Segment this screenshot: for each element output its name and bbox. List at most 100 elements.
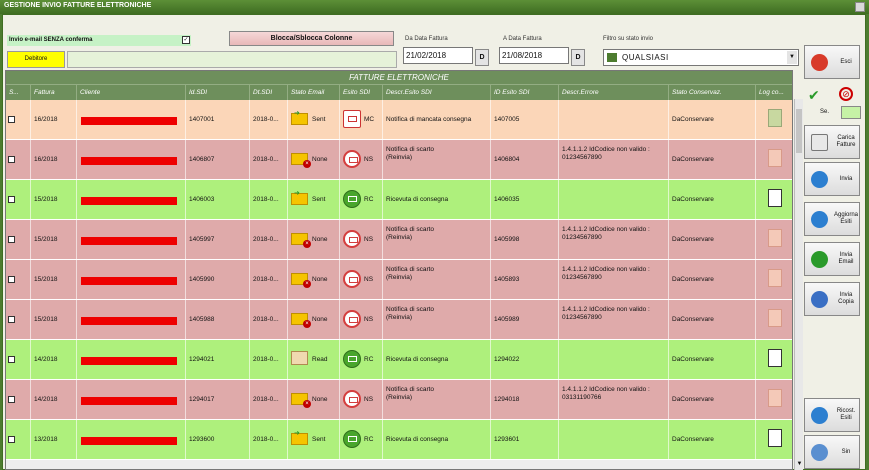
log-file-icon[interactable]	[768, 389, 782, 407]
descr-esito-sdi: Notifica di mancata consegna	[386, 116, 472, 123]
id-esito-sdi: 1406804	[494, 156, 520, 163]
esito-sdi-code: RC	[364, 196, 374, 203]
log-file-icon[interactable]	[768, 149, 782, 167]
col-idsdi-header[interactable]: Id.SDI	[186, 85, 250, 101]
descr-esito-sdi: Ricevuta di consegna	[386, 356, 449, 363]
table-row[interactable]: 14/2018 1294017 2018-0... × None NS Notifica d…	[6, 380, 792, 420]
stato-email-text: None	[312, 236, 328, 243]
log-file-icon[interactable]	[768, 189, 782, 207]
debitore-field[interactable]	[67, 51, 397, 68]
stato-email-text: Sent	[312, 196, 326, 203]
document-icon	[811, 134, 828, 151]
table-row[interactable]: 16/2018 1406807 2018-0... × None NS Notifica d…	[6, 140, 792, 180]
stato-conservazione: DaConservare	[672, 196, 714, 203]
log-file-icon[interactable]	[768, 269, 782, 287]
col-log-header[interactable]: Log co...	[756, 85, 792, 101]
log-file-icon[interactable]	[768, 429, 782, 447]
descr-errore: 1.4.1.1.2 IdCodice non valido : 01234567…	[562, 146, 650, 161]
col-descr-esito-header[interactable]: Descr.Esito SDI	[383, 85, 491, 101]
table-row[interactable]: 14/2018 1294021 2018-0... Read RC Ricevuta di…	[6, 340, 792, 380]
grid-header: S... Fattura Cliente Id.SDI Dt.SDI Stato Emai…	[6, 84, 792, 101]
row-select-checkbox[interactable]	[8, 236, 15, 243]
row-select-checkbox[interactable]	[8, 276, 15, 283]
stato-conservazione: DaConservare	[672, 436, 714, 443]
grid-vertical-scrollbar[interactable]: ▼	[794, 99, 803, 470]
table-row[interactable]: 15/2018 1405988 2018-0... × None NS Notifica d…	[6, 300, 792, 340]
invia-label: Invia	[839, 176, 853, 182]
error-x-icon: ×	[303, 400, 311, 408]
cliente-redacted-bar	[81, 277, 177, 285]
row-select-checkbox[interactable]	[8, 196, 15, 203]
blocca-colonne-button[interactable]: Blocca/Sblocca Colonne	[229, 31, 394, 46]
col-esito-sdi-header[interactable]: Esito SDI	[340, 85, 383, 101]
exit-icon	[811, 54, 828, 71]
a-data-input[interactable]: 21/08/2018	[499, 47, 569, 64]
stato-email-text: None	[312, 316, 328, 323]
col-descr-errore-header[interactable]: Descr.Errore	[559, 85, 669, 101]
log-file-icon[interactable]	[768, 309, 782, 327]
invia-copia-button[interactable]: Invia Copia	[804, 282, 860, 316]
filtro-stato-select[interactable]: QUALSIASI ▼	[603, 49, 799, 66]
table-row[interactable]: 15/2018 1405990 2018-0... × None NS Notifica d…	[6, 260, 792, 300]
col-fattura-header[interactable]: Fattura	[31, 85, 77, 101]
row-select-checkbox[interactable]	[8, 436, 15, 443]
envelope-icon: ×	[291, 153, 311, 168]
invia-button[interactable]: Invia	[804, 162, 860, 196]
cancel-icon[interactable]: ⊘	[839, 87, 853, 101]
col-cliente-header[interactable]: Cliente	[77, 85, 186, 101]
row-select-checkbox[interactable]	[8, 356, 15, 363]
log-file-icon[interactable]	[768, 349, 782, 367]
row-select-checkbox[interactable]	[8, 156, 15, 163]
invia-email-button[interactable]: Invia Email	[804, 242, 860, 276]
list-icon	[607, 53, 617, 62]
envelope-mini-icon	[348, 116, 357, 122]
aggiorna-esiti-button[interactable]: Aggiorna Esiti	[804, 202, 860, 236]
stato-conservazione: DaConservare	[672, 396, 714, 403]
col-stato-conservaz-header[interactable]: Stato Conservaz.	[669, 85, 756, 101]
fattura-number: 13/2018	[34, 436, 58, 443]
xml-icon	[811, 291, 828, 308]
invio-senza-conferma-checkbox[interactable]: ✓	[182, 36, 190, 44]
row-select-checkbox[interactable]	[8, 316, 15, 323]
window-close-button[interactable]	[855, 2, 865, 12]
scrollbar-thumb[interactable]	[796, 109, 802, 153]
row-select-checkbox[interactable]	[8, 396, 15, 403]
da-data-input[interactable]: 21/02/2018	[403, 47, 473, 64]
da-data-picker-button[interactable]: D	[475, 49, 489, 66]
log-file-icon[interactable]	[768, 109, 782, 127]
debitore-button[interactable]: Debitore	[7, 51, 65, 68]
sin-button[interactable]: Sin	[804, 435, 860, 469]
log-file-icon[interactable]	[768, 229, 782, 247]
scroll-down-icon[interactable]: ▼	[795, 461, 804, 470]
esito-sdi-code: NS	[364, 236, 374, 243]
col-dtsdi-header[interactable]: Dt.SDI	[250, 85, 288, 101]
table-row[interactable]: 13/2018 1293600 2018-0... ➜ Sent RC Ricevuta d…	[6, 420, 792, 460]
dt-sdi: 2018-0...	[253, 316, 279, 323]
col-id-esito-header[interactable]: ID Esito SDI	[491, 85, 559, 101]
envelope-icon: ×	[291, 273, 311, 288]
fattura-number: 14/2018	[34, 396, 58, 403]
carica-fatture-button[interactable]: Carica Fatture	[804, 125, 860, 159]
col-select-header[interactable]: S...	[6, 85, 31, 101]
selection-box[interactable]	[841, 106, 861, 119]
descr-errore: 1.4.1.1.2 IdCodice non valido : 01234567…	[562, 306, 650, 321]
table-row[interactable]: 15/2018 1405997 2018-0... × None NS Notifica d…	[6, 220, 792, 260]
dt-sdi: 2018-0...	[253, 276, 279, 283]
id-sdi: 1294017	[189, 396, 215, 403]
row-select-checkbox[interactable]	[8, 116, 15, 123]
descr-esito-sdi: Notifica di scarto (Reinvia)	[386, 386, 435, 401]
confirm-check-icon[interactable]: ✔	[808, 87, 820, 104]
dt-sdi: 2018-0...	[253, 116, 279, 123]
table-row[interactable]: 16/2018 1407001 2018-0... ➜ Sent MC Notifica d…	[6, 100, 792, 140]
id-sdi: 1406003	[189, 196, 215, 203]
esito-ns-icon	[343, 270, 361, 288]
a-data-label: A Data Fattura	[503, 36, 542, 42]
ricost-esiti-button[interactable]: Ricost. Esiti	[804, 398, 860, 432]
table-row[interactable]: 15/2018 1406003 2018-0... ➜ Sent RC Ricevuta d…	[6, 180, 792, 220]
chevron-down-icon[interactable]: ▼	[787, 51, 797, 64]
esci-button[interactable]: Esci	[804, 45, 860, 79]
stato-email-text: None	[312, 156, 328, 163]
col-stato-email-header[interactable]: Stato Email	[288, 85, 340, 101]
a-data-picker-button[interactable]: D	[571, 49, 585, 66]
id-sdi: 1294021	[189, 356, 215, 363]
